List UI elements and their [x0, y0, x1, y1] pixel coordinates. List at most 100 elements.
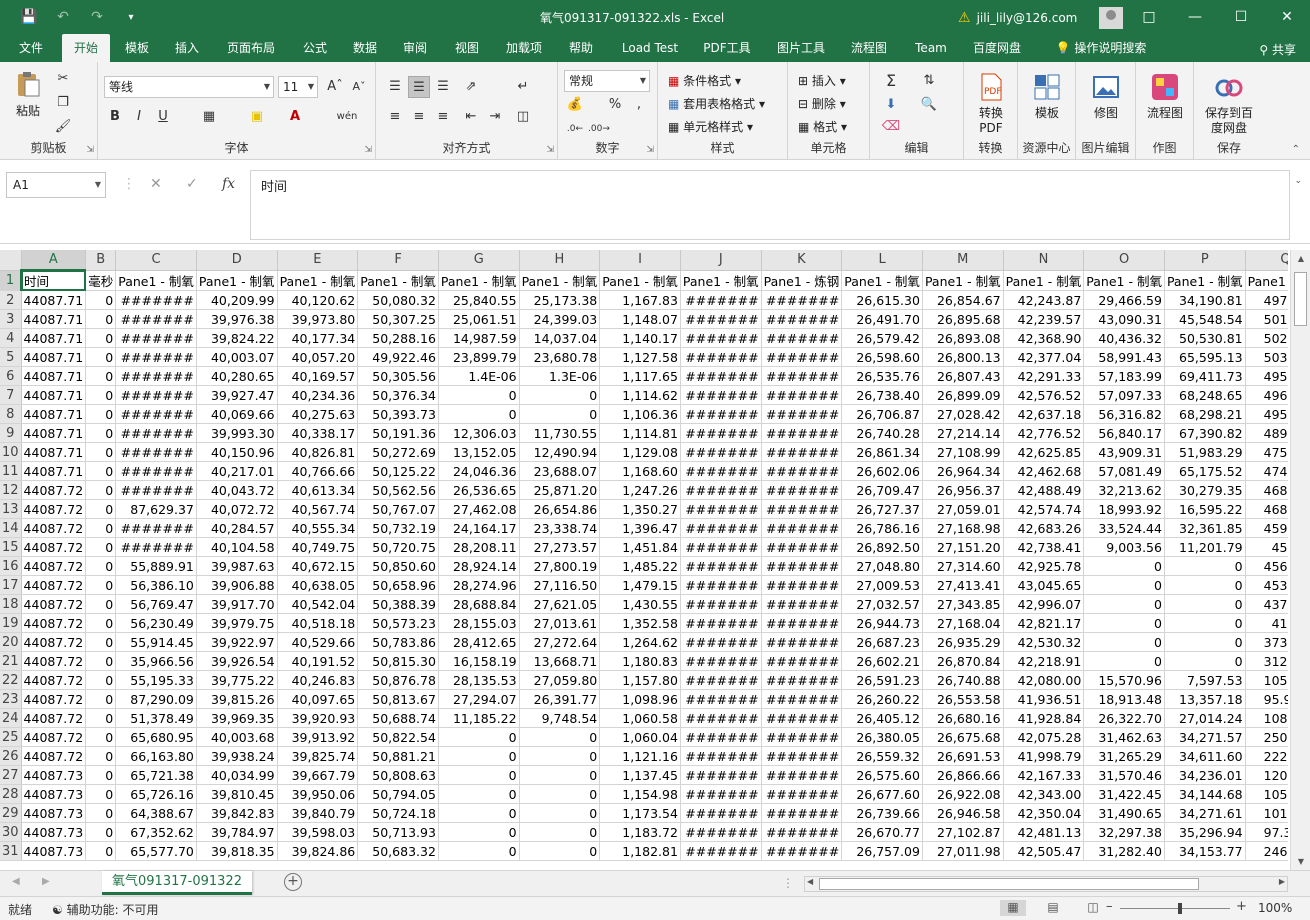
cell[interactable]: 34,236.01	[1164, 765, 1246, 785]
cell[interactable]: 40,338.17	[277, 423, 359, 443]
cell[interactable]: 43,045.65	[1003, 575, 1085, 595]
cell[interactable]: 23,899.79	[438, 347, 520, 367]
cell[interactable]: #######	[115, 366, 197, 386]
cell[interactable]: 33,524.44	[1083, 518, 1165, 538]
cell[interactable]: 27,272.64	[519, 632, 601, 652]
cell[interactable]: 50,767.07	[357, 499, 439, 519]
cell[interactable]: 42,821.17	[1003, 613, 1085, 633]
cell[interactable]: 42,625.85	[1003, 442, 1085, 462]
cell[interactable]: #######	[680, 385, 762, 405]
cell[interactable]: 56,386.10	[115, 575, 197, 595]
cell[interactable]: 51,378.49	[115, 708, 197, 728]
cell[interactable]: 0	[85, 651, 117, 671]
cell[interactable]: 42,530.32	[1003, 632, 1085, 652]
cell[interactable]: 40,555.34	[277, 518, 359, 538]
cell[interactable]: 40,518.18	[277, 613, 359, 633]
cell[interactable]: 468.5918	[1245, 480, 1288, 500]
cell[interactable]: 50,808.63	[357, 765, 439, 785]
cell[interactable]: 26,854.67	[922, 290, 1004, 310]
cell[interactable]: #######	[680, 575, 762, 595]
cell[interactable]: 42,218.91	[1003, 651, 1085, 671]
cell[interactable]: 0	[519, 727, 601, 747]
cell[interactable]: 0	[85, 499, 117, 519]
cell[interactable]: 1,140.17	[599, 328, 681, 348]
redo-icon[interactable]: ↷	[80, 9, 114, 25]
column-header[interactable]: M	[922, 250, 1004, 271]
tell-me-search[interactable]: 💡 操作说明搜索	[1046, 34, 1156, 62]
tab-help[interactable]: 帮助	[558, 34, 604, 62]
cell[interactable]: 50,658.96	[357, 575, 439, 595]
cell[interactable]: #######	[115, 328, 197, 348]
cell[interactable]: #######	[761, 670, 843, 690]
cell[interactable]: 50,530.81	[1164, 328, 1246, 348]
cell[interactable]: #######	[761, 537, 843, 557]
cell[interactable]: 67,352.62	[115, 822, 197, 842]
phonetic-button[interactable]: wén	[330, 106, 364, 128]
cell[interactable]: 44087.73	[21, 841, 87, 861]
cell[interactable]: 32,213.62	[1083, 480, 1165, 500]
cell-styles-button[interactable]: ▦ 单元格样式 ▾	[668, 118, 753, 135]
cell[interactable]: 26,691.53	[922, 746, 1004, 766]
cell[interactable]: 26,602.06	[841, 461, 923, 481]
cell[interactable]: 44087.71	[21, 385, 87, 405]
cell[interactable]: 34,144.68	[1164, 784, 1246, 804]
cell[interactable]: 44087.73	[21, 803, 87, 823]
cell[interactable]: 44087.71	[21, 404, 87, 424]
cell[interactable]: 26,709.47	[841, 480, 923, 500]
cell[interactable]: 42,637.18	[1003, 404, 1085, 424]
tab-data[interactable]: 数据	[342, 34, 388, 62]
cell[interactable]: #######	[680, 290, 762, 310]
cell[interactable]: 26,680.16	[922, 708, 1004, 728]
tab-addins[interactable]: 加载项	[496, 34, 552, 62]
cell[interactable]: Pane1 - 制氧	[115, 270, 197, 291]
cell[interactable]: 39,815.26	[196, 689, 278, 709]
cell[interactable]: 11,185.22	[438, 708, 520, 728]
cell[interactable]: 9,748.54	[519, 708, 601, 728]
vertical-scroll-thumb[interactable]	[1294, 272, 1307, 326]
row-header[interactable]: 9	[0, 423, 22, 443]
cell[interactable]: 44087.71	[21, 309, 87, 329]
cell[interactable]: Pane1 - 制氧	[1245, 270, 1288, 291]
bold-button[interactable]: B	[104, 106, 126, 128]
cell[interactable]: 31,462.63	[1083, 727, 1165, 747]
cell[interactable]: 27,108.99	[922, 442, 1004, 462]
cell[interactable]: 44087.72	[21, 708, 87, 728]
cell[interactable]: 468.4229	[1245, 499, 1288, 519]
cell[interactable]: 26,956.37	[922, 480, 1004, 500]
cell[interactable]: 50,683.32	[357, 841, 439, 861]
cell[interactable]: 27,011.98	[922, 841, 1004, 861]
cell[interactable]: 44087.73	[21, 765, 87, 785]
cell[interactable]: 26,615.30	[841, 290, 923, 310]
cell[interactable]: 40,246.83	[277, 670, 359, 690]
cell[interactable]: 39,987.63	[196, 556, 278, 576]
cell[interactable]: #######	[761, 366, 843, 386]
cell[interactable]: 1,183.72	[599, 822, 681, 842]
cell[interactable]: 31,422.45	[1083, 784, 1165, 804]
row-header[interactable]: 1	[0, 270, 23, 291]
cell[interactable]: 495.5689	[1245, 404, 1288, 424]
flowchart-button[interactable]: 流程图	[1138, 72, 1192, 121]
sort-filter-icon[interactable]: ⇅	[918, 70, 940, 92]
cell[interactable]: 40,529.66	[277, 632, 359, 652]
row-header[interactable]: 14	[0, 518, 22, 538]
cell[interactable]: #######	[680, 309, 762, 329]
percent-icon[interactable]: %	[604, 94, 626, 116]
cell[interactable]: #######	[761, 727, 843, 747]
cell[interactable]: 1,182.81	[599, 841, 681, 861]
accounting-format-icon[interactable]: 💰	[564, 94, 586, 116]
column-header[interactable]: F	[357, 250, 439, 271]
cell[interactable]: #######	[761, 575, 843, 595]
ribbon-display-options-icon[interactable]: □	[1126, 0, 1172, 34]
cell[interactable]: #######	[115, 385, 197, 405]
cell[interactable]: #######	[115, 347, 197, 367]
cell[interactable]: 40,003.07	[196, 347, 278, 367]
cell[interactable]: 40,613.34	[277, 480, 359, 500]
cell[interactable]: #######	[761, 746, 843, 766]
clipboard-launcher-icon[interactable]: ⇲	[86, 145, 94, 155]
tab-template[interactable]: 模板	[114, 34, 160, 62]
row-header[interactable]: 21	[0, 651, 22, 671]
cell[interactable]: #######	[680, 442, 762, 462]
cell[interactable]: 26,861.34	[841, 442, 923, 462]
column-header[interactable]: D	[196, 250, 278, 271]
align-left-icon[interactable]: ≡	[384, 106, 406, 128]
